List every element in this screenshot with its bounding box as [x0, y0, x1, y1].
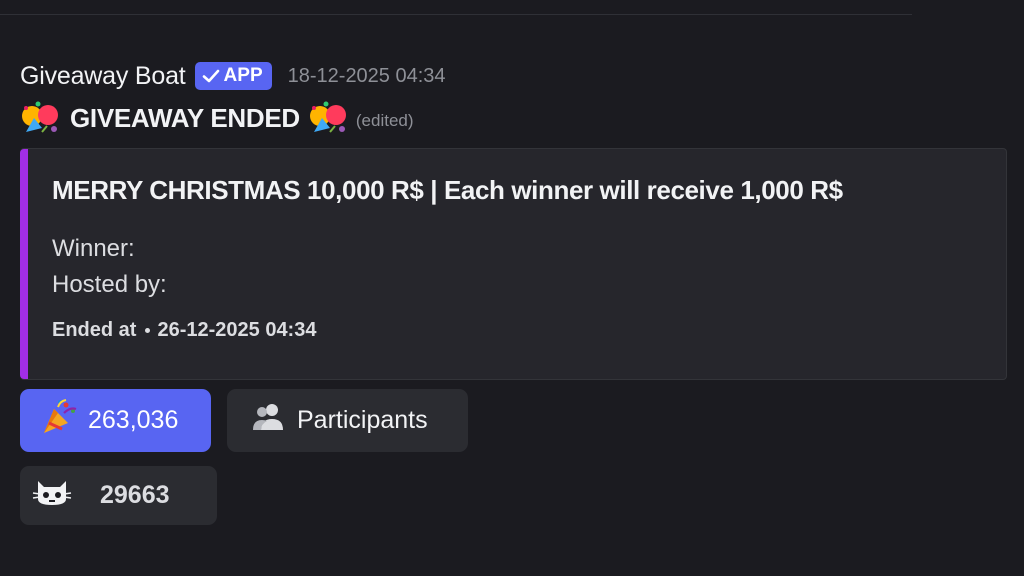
- ended-at-label: Ended at: [52, 319, 137, 341]
- hosted-by-label: Hosted by:: [52, 271, 167, 298]
- button-row: 263,036 Participants: [20, 389, 1010, 452]
- top-divider: [0, 14, 912, 15]
- giveaway-embed: MERRY CHRISTMAS 10,000 R$ | Each winner …: [20, 148, 1007, 380]
- separator-dot: [145, 328, 151, 333]
- edited-label: (edited): [355, 111, 414, 130]
- users-icon: [251, 402, 287, 439]
- ended-at-value: 26-12-2025 04:34: [157, 319, 317, 341]
- party-popper-icon: [306, 98, 350, 138]
- app-badge: APP: [194, 62, 272, 90]
- counter-value: 29663: [100, 481, 170, 509]
- message-title: GIVEAWAY ENDED: [70, 102, 300, 133]
- enter-giveaway-button[interactable]: 263,036: [20, 389, 211, 452]
- embed-title: MERRY CHRISTMAS 10,000 R$ | Each winner …: [52, 175, 843, 205]
- winner-label: Winner:: [52, 235, 135, 262]
- embed-accent-bar: [20, 149, 28, 379]
- app-badge-label: APP: [223, 65, 263, 86]
- participants-label: Participants: [297, 406, 428, 434]
- party-popper-icon: [40, 397, 80, 444]
- party-popper-icon: [20, 98, 64, 138]
- embed-footer: Ended at 26-12-2025 04:34: [52, 319, 316, 342]
- message-timestamp: 18-12-2025 04:34: [287, 64, 446, 87]
- message-title-line: GIVEAWAY ENDED (edited): [20, 94, 1010, 142]
- check-icon: [202, 68, 220, 84]
- participants-button[interactable]: Participants: [227, 389, 468, 452]
- counter-button[interactable]: 29663: [20, 466, 217, 525]
- bot-message: Giveaway Boat APP 18-12-2025 04:34 GIVEA…: [20, 58, 1010, 525]
- message-header: Giveaway Boat APP 18-12-2025 04:34: [20, 58, 1010, 94]
- author-name[interactable]: Giveaway Boat: [20, 62, 186, 91]
- entries-count: 263,036: [88, 406, 179, 434]
- cat-icon: [32, 475, 72, 516]
